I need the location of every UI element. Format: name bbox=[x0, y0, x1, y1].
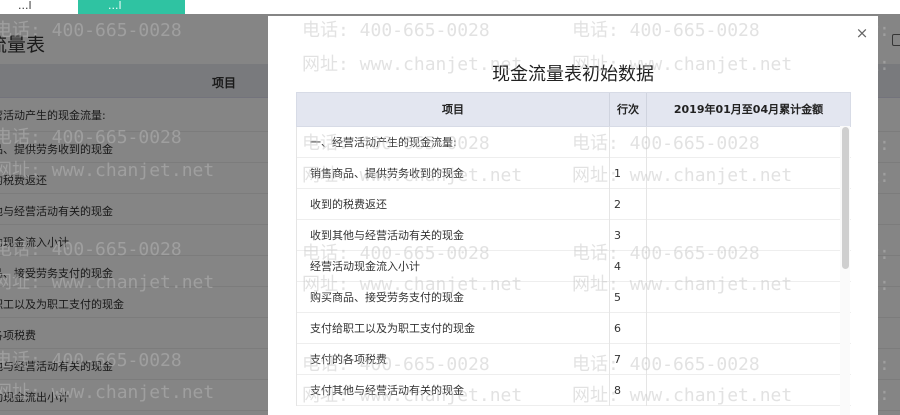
row-amount-cell[interactable] bbox=[647, 220, 832, 251]
row-item: 收到其他与经营活动有关的现金 bbox=[297, 220, 610, 251]
row-item: 支付其他与经营活动有关的现金 bbox=[297, 375, 610, 406]
row-amount-cell[interactable] bbox=[647, 344, 832, 375]
table-body: 一、经营活动产生的现金流量: 销售商品、提供劳务收到的现金 1 收到的税费返还 … bbox=[296, 127, 851, 406]
row-amount-cell[interactable] bbox=[647, 313, 832, 344]
row-line-number: 2 bbox=[610, 189, 647, 220]
watermark-phone: 电话: 400-665-0028 bbox=[572, 20, 760, 41]
dialog-title: 现金流量表初始数据 bbox=[492, 64, 654, 85]
table-row: 支付其他与经营活动有关的现金 8 bbox=[297, 375, 851, 406]
table-row: 经营活动现金流入小计 4 bbox=[297, 251, 851, 282]
row-line-number bbox=[610, 127, 647, 158]
top-tab-bar: ...l ...l bbox=[0, 0, 900, 14]
watermark-phone: 电话: 400-665-0028 bbox=[302, 20, 490, 41]
table-header: 项目 行次 2019年01月至04月累计金额 bbox=[296, 92, 851, 127]
column-header-item: 项目 bbox=[297, 93, 610, 126]
close-icon[interactable]: × bbox=[853, 24, 871, 42]
row-item: 支付给职工以及为职工支付的现金 bbox=[297, 313, 610, 344]
table-row: 支付给职工以及为职工支付的现金 6 bbox=[297, 313, 851, 344]
row-amount-cell[interactable] bbox=[647, 189, 832, 220]
column-header-line: 行次 bbox=[610, 93, 647, 126]
row-item: 支付的各项税费 bbox=[297, 344, 610, 375]
column-header-amount: 2019年01月至04月累计金额 bbox=[673, 103, 824, 116]
row-item: 一、经营活动产生的现金流量: bbox=[297, 127, 610, 158]
cash-flow-initial-data-dialog: × 现金流量表初始数据 项目 行次 2019年01月至04月累计金额 一、经营活… bbox=[268, 16, 878, 415]
table-row: 销售商品、提供劳务收到的现金 1 bbox=[297, 158, 851, 189]
row-amount-cell[interactable] bbox=[647, 158, 832, 189]
tab-1[interactable]: ...l bbox=[0, 0, 78, 14]
row-amount-cell[interactable] bbox=[647, 251, 832, 282]
table-row: 一、经营活动产生的现金流量: bbox=[297, 127, 851, 158]
table-row: 收到的税费返还 2 bbox=[297, 189, 851, 220]
row-item: 收到的税费返还 bbox=[297, 189, 610, 220]
row-line-number: 8 bbox=[610, 375, 647, 406]
table-row: 支付的各项税费 7 bbox=[297, 344, 851, 375]
row-amount-cell[interactable] bbox=[647, 127, 832, 158]
row-line-number: 6 bbox=[610, 313, 647, 344]
row-line-number: 7 bbox=[610, 344, 647, 375]
row-line-number: 5 bbox=[610, 282, 647, 313]
row-item: 购买商品、接受劳务支付的现金 bbox=[297, 282, 610, 313]
row-amount-cell[interactable] bbox=[647, 282, 832, 313]
table-scrollbar-thumb[interactable] bbox=[842, 127, 849, 269]
row-line-number: 3 bbox=[610, 220, 647, 251]
row-line-number: 4 bbox=[610, 251, 647, 282]
row-item: 销售商品、提供劳务收到的现金 bbox=[297, 158, 610, 189]
table-row: 收到其他与经营活动有关的现金 3 bbox=[297, 220, 851, 251]
row-item: 经营活动现金流入小计 bbox=[297, 251, 610, 282]
table-row: 购买商品、接受劳务支付的现金 5 bbox=[297, 282, 851, 313]
row-amount-cell[interactable] bbox=[647, 375, 832, 406]
row-line-number: 1 bbox=[610, 158, 647, 189]
cash-flow-table: 项目 行次 2019年01月至04月累计金额 一、经营活动产生的现金流量: 销售… bbox=[296, 92, 851, 406]
tab-2-active[interactable]: ...l bbox=[78, 0, 185, 14]
